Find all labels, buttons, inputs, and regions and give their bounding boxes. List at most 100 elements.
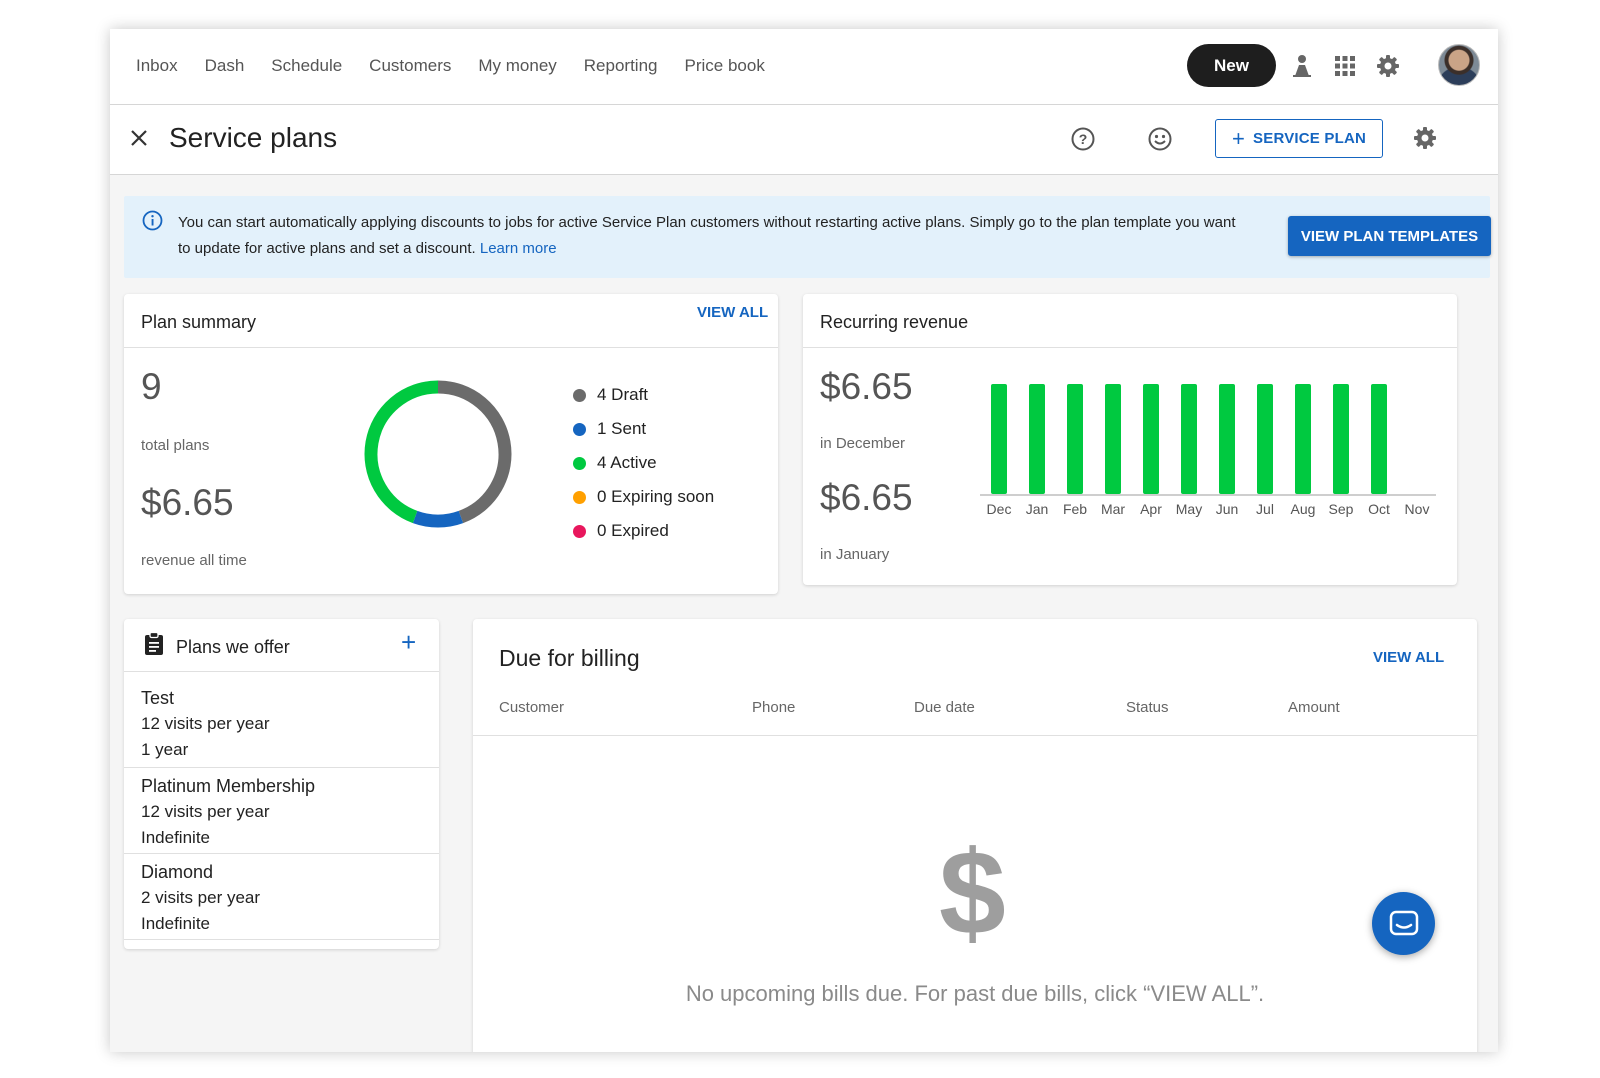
bar-apr xyxy=(1143,384,1159,494)
plan-visits: 12 visits per year xyxy=(141,714,270,733)
view-plan-templates-button[interactable]: VIEW PLAN TEMPLATES xyxy=(1288,216,1491,256)
app-window: Inbox Dash Schedule Customers My money R… xyxy=(110,29,1498,1052)
donut-segment-active xyxy=(364,380,439,524)
sent-dot xyxy=(573,422,586,436)
col-header-status[interactable]: Status xyxy=(1126,699,1169,716)
legend-draft-label: 4 Draft xyxy=(597,385,649,404)
plan-summary-header: Plan summary VIEW ALL xyxy=(124,294,778,348)
user-avatar[interactable] xyxy=(1438,44,1480,86)
info-icon xyxy=(142,210,163,231)
x-tick-label-jul: Jul xyxy=(1256,501,1274,517)
plan-visits: 2 visits per year xyxy=(141,888,261,907)
close-icon[interactable] xyxy=(128,127,150,149)
page-header: Service plans ? + SERVICE PLAN xyxy=(110,105,1498,175)
legend-expiring-soon: 0 Expiring soon xyxy=(573,480,714,514)
nav-customers[interactable]: Customers xyxy=(369,56,451,76)
legend-expired: 0 Expired xyxy=(573,514,714,548)
plans-we-offer-card: Plans we offer + Test 12 visits per year… xyxy=(124,619,439,949)
recurring-revenue-header: Recurring revenue xyxy=(803,294,1457,348)
expiring-soon-dot xyxy=(573,490,586,504)
due-for-billing-card: Due for billing VIEW ALL Customer Phone … xyxy=(473,619,1477,1052)
col-header-phone[interactable]: Phone xyxy=(752,699,795,716)
banner-message: You can start automatically applying dis… xyxy=(178,210,1238,262)
plan-summary-title: Plan summary xyxy=(141,312,257,332)
nav-dash[interactable]: Dash xyxy=(205,56,245,76)
bar-oct xyxy=(1371,384,1387,494)
donut-segment-draft xyxy=(437,380,512,524)
plan-name: Test xyxy=(141,688,175,708)
draft-dot xyxy=(573,388,586,402)
bar-mar xyxy=(1105,384,1121,494)
billing-view-all-link[interactable]: VIEW ALL xyxy=(1373,649,1444,666)
feedback-smiley-icon[interactable] xyxy=(1147,126,1173,152)
x-tick-label-aug: Aug xyxy=(1291,501,1316,517)
recurring-revenue-card: Recurring revenue $6.65 in December $6.6… xyxy=(803,294,1457,585)
next-month-label: in January xyxy=(820,546,890,563)
table-header-divider xyxy=(473,735,1477,736)
plus-icon: + xyxy=(1231,125,1246,151)
active-dot xyxy=(573,456,586,470)
plan-duration: Indefinite xyxy=(141,828,210,847)
plan-status-donut-chart xyxy=(364,380,512,528)
add-service-plan-button[interactable]: + SERVICE PLAN xyxy=(1215,119,1383,158)
dispatcher-icon[interactable] xyxy=(1288,52,1316,80)
plans-we-offer-header: Plans we offer + xyxy=(124,619,439,672)
bar-dec xyxy=(991,384,1007,494)
plan-item-test[interactable]: Test 12 visits per year 1 year xyxy=(124,673,439,768)
learn-more-link[interactable]: Learn more xyxy=(480,240,557,257)
apps-grid-icon[interactable] xyxy=(1331,52,1359,80)
plan-item-platinum-membership[interactable]: Platinum Membership 12 visits per year I… xyxy=(124,768,439,854)
x-tick-label-dec: Dec xyxy=(987,501,1012,517)
page-title: Service plans xyxy=(169,122,338,153)
x-tick-label-oct: Oct xyxy=(1368,501,1390,517)
legend-sent-label: 1 Sent xyxy=(597,419,647,438)
donut-segment-sent xyxy=(412,510,464,528)
plan-summary-card: Plan summary VIEW ALL 9 total plans $6.6… xyxy=(124,294,778,594)
plan-visits: 12 visits per year xyxy=(141,802,270,821)
nav-reporting[interactable]: Reporting xyxy=(584,56,658,76)
current-month-revenue: $6.65 xyxy=(820,366,913,407)
col-header-customer[interactable]: Customer xyxy=(499,699,564,716)
recurring-revenue-bar-chart: Dec Jan Feb Mar Apr May Jun Jul Aug Sep Oct Nov xyxy=(980,384,1436,517)
bar-aug xyxy=(1295,384,1311,494)
settings-gear-icon[interactable] xyxy=(1374,52,1402,80)
clipboard-icon xyxy=(144,631,164,661)
new-button[interactable]: New xyxy=(1187,44,1276,87)
plan-name: Diamond xyxy=(141,862,214,882)
legend-expiring-soon-label: 0 Expiring soon xyxy=(597,487,715,506)
add-plan-plus-icon[interactable]: + xyxy=(401,627,416,658)
x-tick-label-nov: Nov xyxy=(1405,501,1430,517)
chat-launcher-button[interactable] xyxy=(1372,892,1435,955)
total-plans-label: total plans xyxy=(141,437,210,454)
plan-duration: 1 year xyxy=(141,740,189,759)
col-header-due-date[interactable]: Due date xyxy=(914,699,975,716)
current-month-label: in December xyxy=(820,435,906,452)
total-plans-count: 9 xyxy=(141,366,162,407)
revenue-all-time-label: revenue all time xyxy=(141,552,247,569)
legend-sent: 1 Sent xyxy=(573,412,714,446)
legend-active: 4 Active xyxy=(573,446,714,480)
bar-jan xyxy=(1029,384,1045,494)
col-header-amount[interactable]: Amount xyxy=(1288,699,1340,716)
nav-my-money[interactable]: My money xyxy=(478,56,556,76)
bar-jun xyxy=(1219,384,1235,494)
bar-may xyxy=(1181,384,1197,494)
x-tick-label-may: May xyxy=(1176,501,1202,517)
x-tick-label-apr: Apr xyxy=(1140,501,1162,517)
bar-jul xyxy=(1257,384,1273,494)
chat-icon xyxy=(1389,910,1418,935)
page-settings-gear-icon[interactable] xyxy=(1413,126,1439,152)
plan-item-diamond[interactable]: Diamond 2 visits per year Indefinite xyxy=(124,854,439,940)
plan-summary-view-all-link[interactable]: VIEW ALL xyxy=(697,304,768,321)
x-tick-label-mar: Mar xyxy=(1101,501,1125,517)
top-nav: Inbox Dash Schedule Customers My money R… xyxy=(110,29,1498,105)
nav-inbox[interactable]: Inbox xyxy=(136,56,178,76)
banner-text: You can start automatically applying dis… xyxy=(178,214,1236,257)
bar-feb xyxy=(1067,384,1083,494)
nav-schedule[interactable]: Schedule xyxy=(271,56,342,76)
nav-price-book[interactable]: Price book xyxy=(685,56,765,76)
plan-duration: Indefinite xyxy=(141,914,210,933)
help-icon[interactable]: ? xyxy=(1070,126,1096,152)
add-service-plan-label: SERVICE PLAN xyxy=(1253,130,1367,147)
next-month-revenue: $6.65 xyxy=(820,477,913,518)
